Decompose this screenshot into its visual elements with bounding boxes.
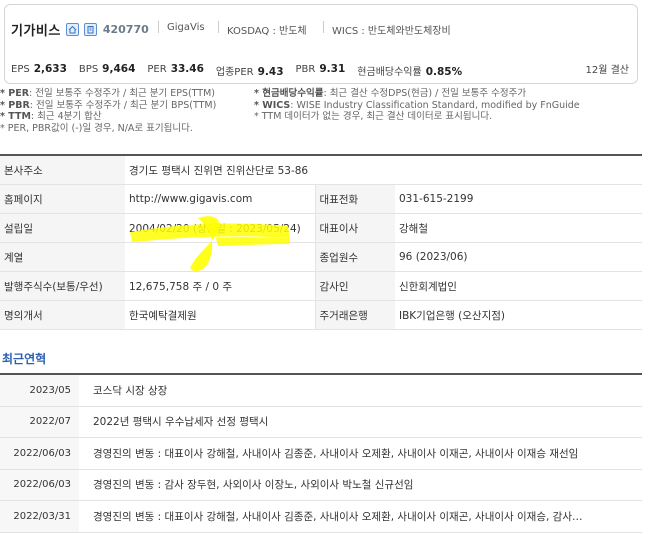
history-date: 2022/06/03: [0, 469, 79, 501]
fiscal-month: 12월 결산: [585, 65, 629, 76]
table-row: 발행주식수(보통/우선) 12,675,758 주 / 0 주 감사인 신한회계…: [0, 271, 642, 301]
bank-label: 주거래은행: [314, 300, 395, 330]
employees-label: 종업원수: [314, 242, 395, 272]
metric-bps: BPS 9,464: [78, 63, 136, 75]
auditor-value: 신한회계법인: [395, 271, 642, 301]
note-item: * TTM: 최근 4분기 합산: [0, 111, 102, 122]
table-row: 2023/05 코스닥 시장 상장: [0, 373, 642, 407]
metric-dividend-yield: 현금배당수익률 0.85%: [357, 66, 463, 78]
registrar-label: 명의개서: [0, 300, 125, 330]
metric-industry-per: 업종PER 9.43: [215, 66, 284, 78]
history-event: 경영진의 변동 : 감사 장두현, 사외이사 이장노, 사외이사 박노철 신규선…: [79, 469, 642, 501]
divider: [218, 21, 219, 33]
notes-right: * 현금배당수익률: 최근 결산 수정DPS(현금) / 전일 보통주 수정주가…: [254, 88, 580, 123]
address-value: 경기도 평택시 진위면 진위산단로 53-86: [125, 154, 642, 185]
note-item: * PBR: 전일 보통주 수정주가 / 최근 분기 BPS(TTM): [0, 99, 217, 111]
wics-classification: WICS : 반도체와반도체장비: [332, 26, 451, 37]
stock-code: 420770: [102, 22, 149, 36]
notes-left: * PER: 전일 보통주 수정주가 / 최근 분기 EPS(TTM) * PB…: [0, 88, 216, 134]
company-title-row: 기가비스 420770: [11, 19, 149, 39]
address-label: 본사주소: [0, 154, 125, 185]
history-title: 최근연혁: [2, 352, 47, 366]
shares-label: 발행주식수(보통/우선): [0, 271, 125, 301]
history-event: 코스닥 시장 상장: [79, 373, 642, 407]
table-row: 2022/06/03 경영진의 변동 : 대표이사 강해철, 사내이사 김종준,…: [0, 437, 642, 470]
metric-eps: EPS 2,633: [11, 63, 67, 75]
note-item: * PER: 전일 보통주 수정주가 / 최근 분기 EPS(TTM): [0, 88, 216, 99]
history-event: 경영진의 변동 : 대표이사 강해철, 사내이사 김종준, 사내이사 오제환, …: [79, 437, 642, 470]
founded-label: 설립일: [0, 213, 125, 243]
ceo-value: 강해철: [395, 213, 642, 243]
building-icon[interactable]: [83, 22, 97, 36]
market-classification: KOSDAQ : 반도체: [227, 26, 307, 37]
phone-label: 대표전화: [314, 184, 395, 214]
ceo-label: 대표이사: [314, 213, 395, 243]
table-row: 계열 종업원수 96 (2023/06): [0, 242, 642, 272]
company-info-table: 본사주소 경기도 평택시 진위면 진위산단로 53-86 홈페이지 http:/…: [0, 154, 642, 330]
note-item: * TTM 데이터가 없는 경우, 최근 결산 데이터로 표시됩니다.: [254, 111, 493, 122]
shares-value: 12,675,758 주 / 0 주: [125, 271, 315, 301]
metric-pbr: PBR 9.31: [295, 63, 346, 75]
homepage-label: 홈페이지: [0, 184, 125, 214]
divider: [158, 21, 159, 33]
history-event: 경영진의 변동 : 대표이사 강해철, 사내이사 김종준, 사내이사 오제환, …: [79, 500, 642, 533]
note-item: * WICS: WISE Industry Classification Sta…: [254, 99, 580, 111]
table-row: 명의개서 한국예탁결제원 주거래은행 IBK기업은행 (오산지점): [0, 300, 642, 330]
bank-value: IBK기업은행 (오산지점): [395, 300, 642, 330]
company-name: 기가비스: [11, 23, 61, 39]
group-label: 계열: [0, 242, 125, 272]
history-table: 2023/05 코스닥 시장 상장 2022/07 2022년 평택시 우수납세…: [0, 373, 642, 533]
history-date: 2022/03/31: [0, 500, 79, 533]
history-date: 2022/06/03: [0, 437, 79, 470]
note-item: * 현금배당수익률: 최근 결산 수정DPS(현금) / 전일 보통주 수정주가: [254, 88, 527, 99]
table-row: 2022/06/03 경영진의 변동 : 감사 장두현, 사외이사 이장노, 사…: [0, 469, 642, 501]
homepage-link[interactable]: http://www.gigavis.com: [125, 184, 315, 214]
table-row: 2022/07 2022년 평택시 우수납세자 선정 평택시: [0, 406, 642, 438]
history-date: 2022/07: [0, 406, 79, 438]
history-date: 2023/05: [0, 373, 79, 407]
employees-value: 96 (2023/06): [395, 242, 642, 272]
auditor-label: 감사인: [314, 271, 395, 301]
valuation-metrics: EPS 2,633 BPS 9,464 PER 33.46 업종PER 9.43 PBR…: [11, 63, 474, 78]
company-short-name: GigaVis: [167, 22, 205, 33]
table-row: 2022/03/31 경영진의 변동 : 대표이사 강해철, 사내이사 김종준,…: [0, 500, 642, 533]
table-row: 홈페이지 http://www.gigavis.com 대표전화 031-615…: [0, 184, 642, 214]
divider: [323, 21, 324, 33]
founded-value: 2004/02/20 (상장일 : 2023/05/24): [125, 213, 315, 243]
metric-per: PER 33.46: [147, 63, 204, 75]
note-item: * PER, PBR값이 (-)일 경우, N/A로 표기됩니다.: [0, 122, 193, 134]
stock-summary-card: 기가비스 420770 GigaVis KOSDAQ : 반도체 WICS : …: [4, 4, 638, 84]
history-event: 2022년 평택시 우수납세자 선정 평택시: [79, 406, 642, 438]
home-icon[interactable]: [65, 22, 79, 36]
table-row: 설립일 2004/02/20 (상장일 : 2023/05/24) 대표이사 강…: [0, 213, 642, 243]
registrar-value: 한국예탁결제원: [125, 300, 315, 330]
phone-value: 031-615-2199: [395, 184, 642, 214]
group-value: [125, 242, 315, 272]
table-row: 본사주소 경기도 평택시 진위면 진위산단로 53-86: [0, 154, 642, 185]
